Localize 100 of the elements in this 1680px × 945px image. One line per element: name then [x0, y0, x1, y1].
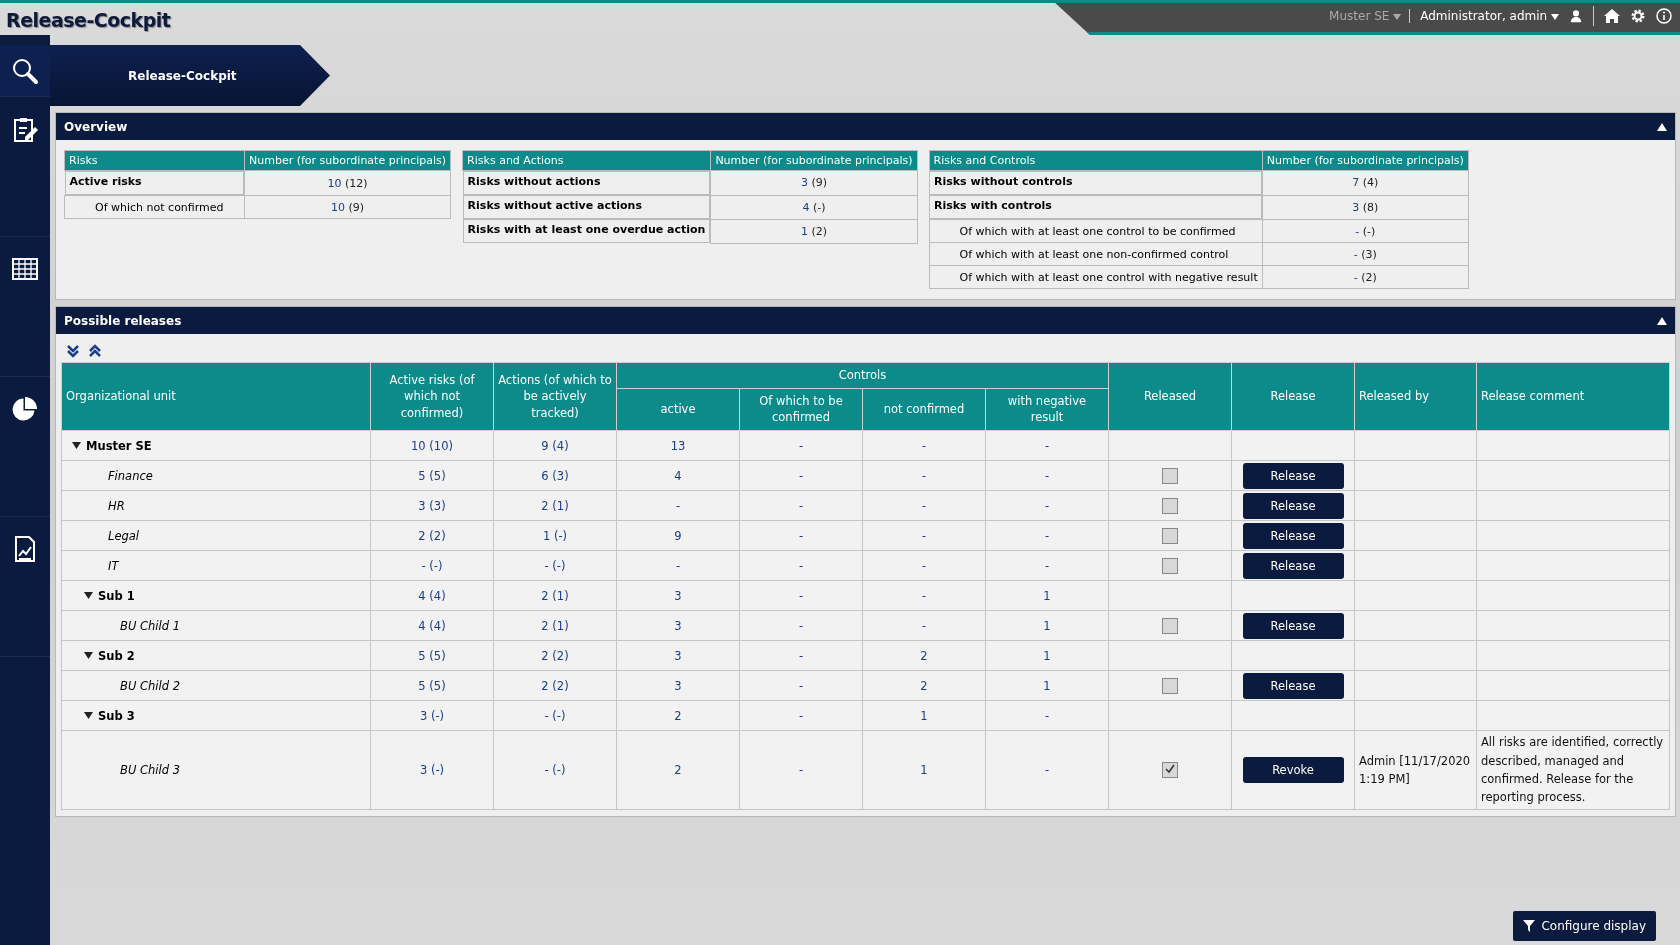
released-checkbox[interactable]: [1162, 527, 1178, 544]
settings-icon[interactable]: [1630, 8, 1646, 24]
table-cell: -: [862, 580, 986, 611]
clipboard-pencil-icon: [11, 115, 39, 143]
released-checkbox[interactable]: [1162, 677, 1178, 694]
row-label: Active risks: [64, 171, 244, 195]
home-icon[interactable]: [1604, 8, 1620, 24]
collapse-toggle[interactable]: [1657, 316, 1667, 325]
count-cell: - (2): [1262, 265, 1469, 289]
table-cell: -: [985, 430, 1109, 461]
table-cell: 2 (2): [370, 520, 494, 551]
release-button[interactable]: Release: [1242, 672, 1344, 699]
table-cell: -: [739, 580, 863, 611]
table-cell: -: [862, 490, 986, 521]
column-header: Number (for subordinate principals): [1262, 150, 1469, 171]
unit-name: Finance: [107, 468, 153, 483]
table-cell: 3 (-): [370, 730, 494, 810]
released-checkbox[interactable]: [1162, 762, 1178, 778]
count-cell: 10 (9): [244, 195, 451, 219]
info-icon[interactable]: [1656, 8, 1672, 24]
table-cell: 3: [616, 640, 740, 671]
table-cell: -: [739, 460, 863, 491]
configure-display-button[interactable]: Configure display: [1513, 911, 1656, 941]
principal-selector[interactable]: Muster SE: [1329, 9, 1411, 23]
table-cell: -: [739, 670, 863, 701]
expand-toggle[interactable]: [72, 441, 81, 450]
table-cell: All risks are identified, correctly described, managed and confirmed. Release for the reporting process.: [1481, 735, 1664, 805]
table-cell: 1: [985, 610, 1109, 641]
table-cell: -: [739, 640, 863, 671]
expand-toggle[interactable]: [84, 711, 93, 720]
column-header: Risks and Actions: [462, 150, 711, 171]
table-cell: 3 (-): [370, 700, 494, 731]
table-cell: -: [739, 610, 863, 641]
table-cell: 2: [616, 700, 740, 731]
table-cell: 4 (4): [370, 610, 494, 641]
table-cell: 2 (2): [493, 640, 617, 671]
table-cell: -: [862, 610, 986, 641]
sidebar-item[interactable]: [0, 45, 50, 97]
table-cell: 1: [862, 700, 986, 731]
table-cell: 6 (3): [493, 460, 617, 491]
row-label: Of which not confirmed: [64, 195, 245, 219]
user-icon[interactable]: [1569, 9, 1583, 23]
pie-chart-icon: [11, 395, 39, 423]
row-label: Risks with controls: [929, 195, 1262, 219]
table-cell: 2 (1): [493, 610, 617, 641]
released-checkbox[interactable]: [1162, 497, 1178, 514]
release-button[interactable]: Release: [1242, 522, 1344, 549]
unit-name: BU Child 3: [119, 763, 180, 777]
release-button[interactable]: Release: [1242, 462, 1344, 489]
expand-toggle[interactable]: [84, 591, 93, 600]
table-cell: 3: [616, 610, 740, 641]
table-cell: -: [985, 550, 1109, 581]
released-checkbox[interactable]: [1162, 557, 1178, 574]
unit-name: IT: [107, 558, 119, 573]
column-header: Release comment: [1476, 362, 1670, 431]
released-checkbox[interactable]: [1162, 617, 1178, 634]
released-checkbox[interactable]: [1162, 467, 1178, 484]
unit-name: Sub 2: [98, 648, 135, 663]
column-header: Organizational unit: [61, 362, 371, 431]
table-cell: 2 (2): [493, 670, 617, 701]
calendar-icon: [11, 255, 39, 283]
table-cell: -: [985, 700, 1109, 731]
table-cell: -: [985, 520, 1109, 551]
column-header: Of which to be confirmed: [739, 388, 863, 431]
release-button[interactable]: Release: [1242, 552, 1344, 579]
count-cell: 3 (9): [710, 170, 917, 195]
table-cell: - (-): [493, 550, 617, 581]
table-cell: -: [985, 490, 1109, 521]
caret-icon: [1551, 14, 1559, 20]
column-header: Released: [1108, 362, 1232, 431]
unit-name: Legal: [107, 528, 140, 543]
release-button[interactable]: Revoke: [1242, 757, 1344, 783]
row-label: Risks with at least one overdue action: [462, 219, 711, 243]
table-cell: -: [739, 490, 863, 521]
release-button[interactable]: Release: [1242, 612, 1344, 639]
search-icon: [11, 57, 39, 85]
table-cell: -: [985, 460, 1109, 491]
row-label: Risks without active actions: [462, 195, 711, 219]
table-cell: 2: [862, 670, 986, 701]
collapse-all-icon[interactable]: [88, 344, 102, 358]
collapse-toggle[interactable]: [1657, 122, 1667, 131]
table-cell: Admin [11/17/2020 1:19 PM]: [1359, 753, 1471, 786]
table-cell: -: [739, 730, 863, 810]
column-header: Active risks (of which not confirmed): [370, 362, 494, 431]
unit-name: BU Child 2: [119, 678, 180, 693]
row-label: Of which with at least one control to be confirmed: [929, 219, 1263, 243]
user-menu[interactable]: Administrator, admin: [1420, 9, 1559, 23]
column-header: Number (for subordinate principals): [710, 150, 917, 171]
expand-toggle[interactable]: [84, 651, 93, 660]
release-button[interactable]: Release: [1242, 492, 1344, 519]
table-cell: 9 (4): [493, 430, 617, 461]
unit-name: Sub 3: [98, 708, 135, 723]
column-header: Actions (of which to be actively tracked): [493, 362, 617, 431]
row-label: Risks without actions: [462, 171, 711, 195]
table-cell: 2 (1): [493, 490, 617, 521]
column-header: not confirmed: [862, 388, 986, 431]
table-cell: 3: [616, 670, 740, 701]
table-cell: 2 (1): [493, 580, 617, 611]
count-cell: - (3): [1262, 242, 1469, 266]
expand-all-icon[interactable]: [66, 344, 80, 358]
